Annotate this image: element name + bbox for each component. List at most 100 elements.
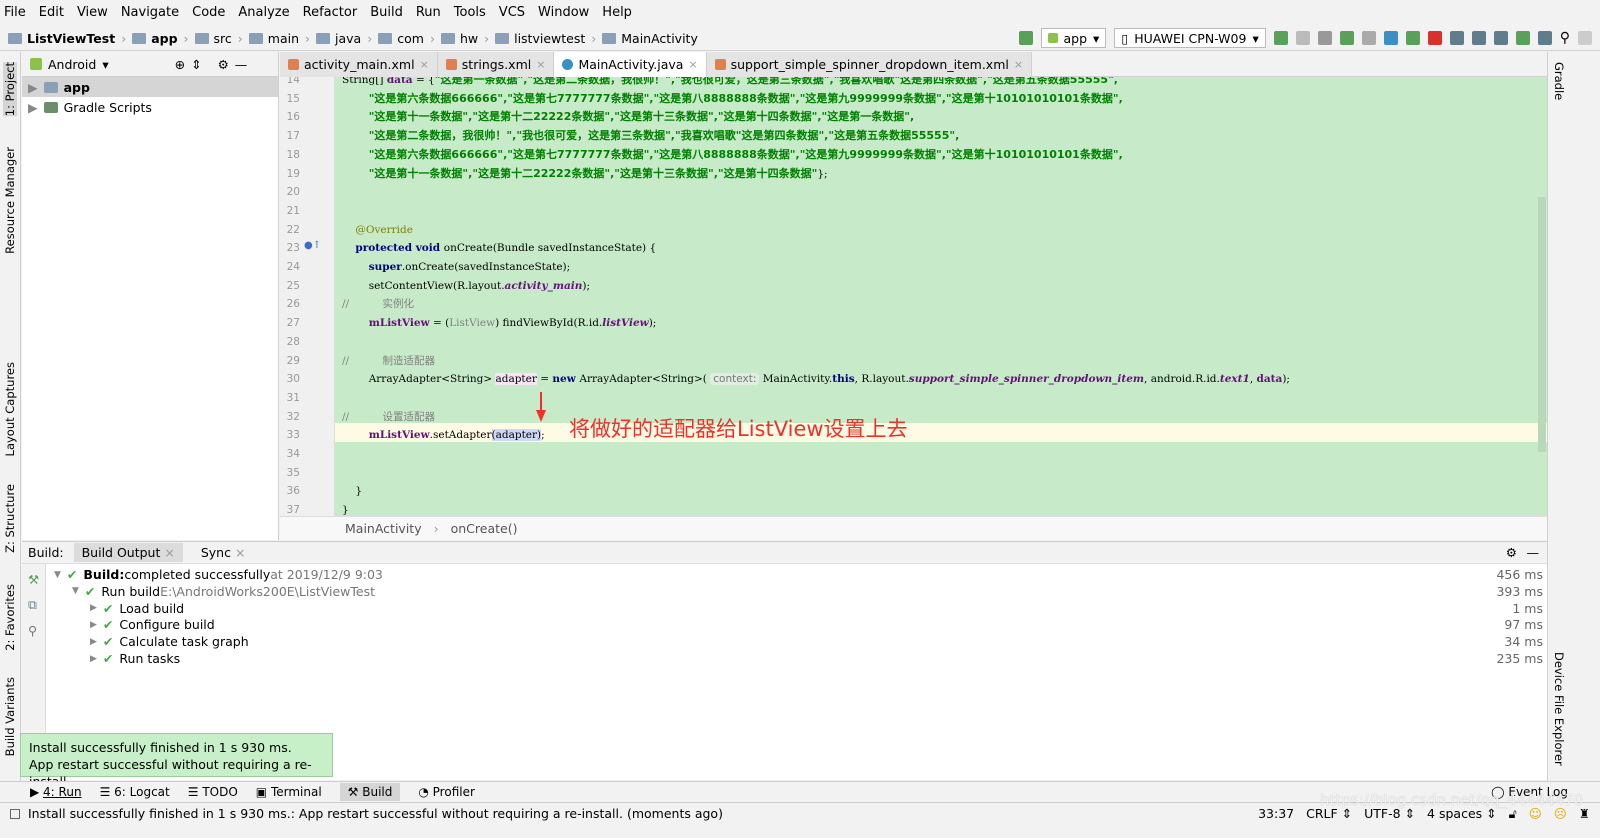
menu-run[interactable]: Run bbox=[416, 5, 441, 20]
tool-tab-structure[interactable]: Z: Structure bbox=[3, 484, 17, 553]
sync-gradle-icon[interactable] bbox=[1493, 31, 1508, 45]
device-select[interactable]: ▯ HUAWEI CPN-W09 ▾ bbox=[1114, 28, 1266, 48]
tool-tab-run[interactable]: ▶ 4: Run bbox=[30, 785, 82, 799]
chevron-icon[interactable]: ▶ bbox=[90, 603, 97, 613]
menu-analyze[interactable]: Analyze bbox=[238, 5, 289, 20]
build-row[interactable]: ▶ ✔ Calculate task graph bbox=[90, 633, 249, 650]
collapse-icon[interactable]: ⇕ bbox=[191, 57, 201, 72]
tool-tab-gradle[interactable]: Gradle bbox=[1552, 62, 1566, 100]
gear-icon[interactable]: ⚙ bbox=[1506, 545, 1517, 560]
tab-strings-xml[interactable]: strings.xml × bbox=[437, 52, 555, 77]
run-config-select[interactable]: app ▾ bbox=[1040, 28, 1107, 48]
chevron-icon[interactable]: ▶ bbox=[90, 637, 97, 647]
menu-vcs[interactable]: VCS bbox=[499, 5, 525, 20]
hammer-icon[interactable]: ⚒ bbox=[28, 572, 45, 587]
install-notification[interactable]: Install successfully finished in 1 s 930… bbox=[20, 733, 333, 789]
apply-code-changes-icon[interactable] bbox=[1295, 31, 1310, 45]
caret-position[interactable]: 33:37 bbox=[1258, 806, 1294, 821]
tab-mainactivity-java[interactable]: MainActivity.java × bbox=[554, 52, 707, 77]
user-icon[interactable] bbox=[1578, 31, 1592, 45]
tree-item-app[interactable]: ▶ app bbox=[22, 77, 278, 97]
tool-tab-favorites[interactable]: 2: Favorites bbox=[3, 584, 17, 651]
coverage-icon[interactable] bbox=[1361, 31, 1376, 45]
project-view-select[interactable]: Android bbox=[48, 57, 96, 72]
tool-tab-resource-manager[interactable]: Resource Manager bbox=[3, 147, 17, 254]
breadcrumb-item[interactable]: app › bbox=[132, 31, 189, 46]
tool-tab-build[interactable]: ⚒ Build bbox=[339, 783, 401, 801]
pin-icon[interactable]: ⚲ bbox=[28, 623, 45, 638]
tool-tab-layout-captures[interactable]: Layout Captures bbox=[3, 362, 17, 456]
close-icon[interactable]: × bbox=[688, 58, 697, 71]
tool-tab-build-variants[interactable]: Build Variants bbox=[3, 677, 17, 756]
minimize-icon[interactable]: — bbox=[1527, 545, 1540, 560]
chevron-icon[interactable]: ▼ bbox=[54, 570, 61, 580]
close-icon[interactable]: × bbox=[1014, 58, 1023, 71]
tool-tab-device-file-explorer[interactable]: Device File Explorer bbox=[1552, 652, 1566, 766]
close-icon[interactable]: × bbox=[235, 545, 245, 560]
build-row[interactable]: ▶ ✔ Run tasks bbox=[90, 650, 180, 667]
menu-build[interactable]: Build bbox=[370, 5, 403, 20]
build-row[interactable]: ▶ ✔ Load build bbox=[90, 600, 184, 617]
breadcrumb-method[interactable]: onCreate() bbox=[451, 521, 518, 536]
breadcrumb-item[interactable]: listviewtest › bbox=[495, 31, 596, 46]
project-structure-icon[interactable] bbox=[1449, 31, 1464, 45]
menu-code[interactable]: Code bbox=[192, 5, 225, 20]
profile-icon[interactable] bbox=[1383, 31, 1398, 45]
close-icon[interactable]: × bbox=[420, 58, 429, 71]
code-editor[interactable]: 14 15 16 17 18 19 20 21 22 23 24 25 26 27 28 29 30 31 32 33… bbox=[280, 77, 1547, 516]
sdk-manager-icon[interactable] bbox=[1537, 31, 1552, 45]
chevron-down-icon[interactable]: ▾ bbox=[102, 57, 108, 72]
tab-build-output[interactable]: Build Output × bbox=[73, 543, 183, 562]
breadcrumb-class[interactable]: MainActivity bbox=[345, 521, 422, 536]
override-marker-icon[interactable]: ●↑ bbox=[304, 240, 321, 251]
status-message[interactable]: Install successfully finished in 1 s 930… bbox=[28, 806, 723, 821]
debug-icon[interactable] bbox=[1317, 31, 1332, 45]
breadcrumb-item[interactable]: hw › bbox=[440, 31, 489, 46]
tool-tab-todo[interactable]: ☰ TODO bbox=[188, 785, 238, 799]
hammer-build-icon[interactable] bbox=[1018, 31, 1033, 45]
tool-tab-profiler[interactable]: ◔ Profiler bbox=[418, 785, 475, 799]
tab-support-simple-spinner-dropdown-item-xml[interactable]: support_simple_spinner_dropdown_item.xml… bbox=[706, 52, 1033, 77]
menu-window[interactable]: Window bbox=[538, 5, 589, 20]
breadcrumb-item[interactable]: java › bbox=[316, 31, 372, 46]
search-icon[interactable]: ⚲ bbox=[1560, 30, 1570, 46]
status-toggle-icon[interactable] bbox=[10, 808, 20, 819]
gear-icon[interactable]: ⚙ bbox=[218, 57, 229, 72]
avd-manager-icon[interactable] bbox=[1471, 31, 1486, 45]
editor-scrollbar[interactable] bbox=[1538, 197, 1546, 452]
close-icon[interactable]: × bbox=[164, 545, 174, 560]
chevron-icon[interactable]: ▼ bbox=[72, 586, 79, 596]
build-row[interactable]: ▶ ✔ Configure build bbox=[90, 616, 215, 633]
chevron-icon[interactable]: ▶ bbox=[90, 654, 97, 664]
breadcrumb-item[interactable]: src › bbox=[194, 31, 243, 46]
menu-edit[interactable]: Edit bbox=[39, 5, 64, 20]
menu-refactor[interactable]: Refactor bbox=[303, 5, 358, 20]
apply-changes-icon[interactable] bbox=[1273, 31, 1288, 45]
breadcrumb-item[interactable]: MainActivity bbox=[602, 31, 698, 46]
restore-layout-icon[interactable]: ⧉ bbox=[28, 597, 45, 613]
tree-item-gradle-scripts[interactable]: ▶ Gradle Scripts bbox=[22, 97, 278, 117]
breadcrumb-item[interactable]: com › bbox=[378, 31, 435, 46]
tool-tab-logcat[interactable]: ☰ 6: Logcat bbox=[100, 785, 170, 799]
menu-file[interactable]: File bbox=[4, 5, 26, 20]
tool-tab-terminal[interactable]: ▣ Terminal bbox=[256, 785, 322, 799]
menu-view[interactable]: View bbox=[77, 5, 108, 20]
chevron-icon[interactable]: ▶ bbox=[90, 620, 97, 630]
locate-icon[interactable]: ⊕ bbox=[175, 57, 185, 72]
tool-tab-project[interactable]: 1: Project bbox=[3, 62, 17, 117]
close-icon[interactable]: × bbox=[536, 58, 545, 71]
tab-sync[interactable]: Sync × bbox=[193, 543, 254, 562]
device-manager-icon[interactable] bbox=[1515, 31, 1530, 45]
bug-icon[interactable] bbox=[1339, 31, 1354, 45]
build-row[interactable]: ▼ ✔ Build: completed successfully at 2019/… bbox=[54, 566, 383, 583]
attach-debugger-icon[interactable] bbox=[1405, 31, 1420, 45]
menu-navigate[interactable]: Navigate bbox=[121, 5, 179, 20]
breadcrumb-item[interactable]: main › bbox=[248, 31, 310, 46]
stop-icon[interactable] bbox=[1427, 31, 1442, 45]
breadcrumb-item[interactable]: ListViewTest › bbox=[8, 31, 126, 46]
menu-help[interactable]: Help bbox=[602, 5, 632, 20]
minimize-icon[interactable]: — bbox=[235, 57, 248, 72]
build-row[interactable]: ▼ ✔ Run build E:\AndroidWorks200E\ListView… bbox=[72, 583, 375, 600]
tab-activity-main-xml[interactable]: activity_main.xml × bbox=[280, 52, 438, 77]
menu-tools[interactable]: Tools bbox=[454, 5, 486, 20]
